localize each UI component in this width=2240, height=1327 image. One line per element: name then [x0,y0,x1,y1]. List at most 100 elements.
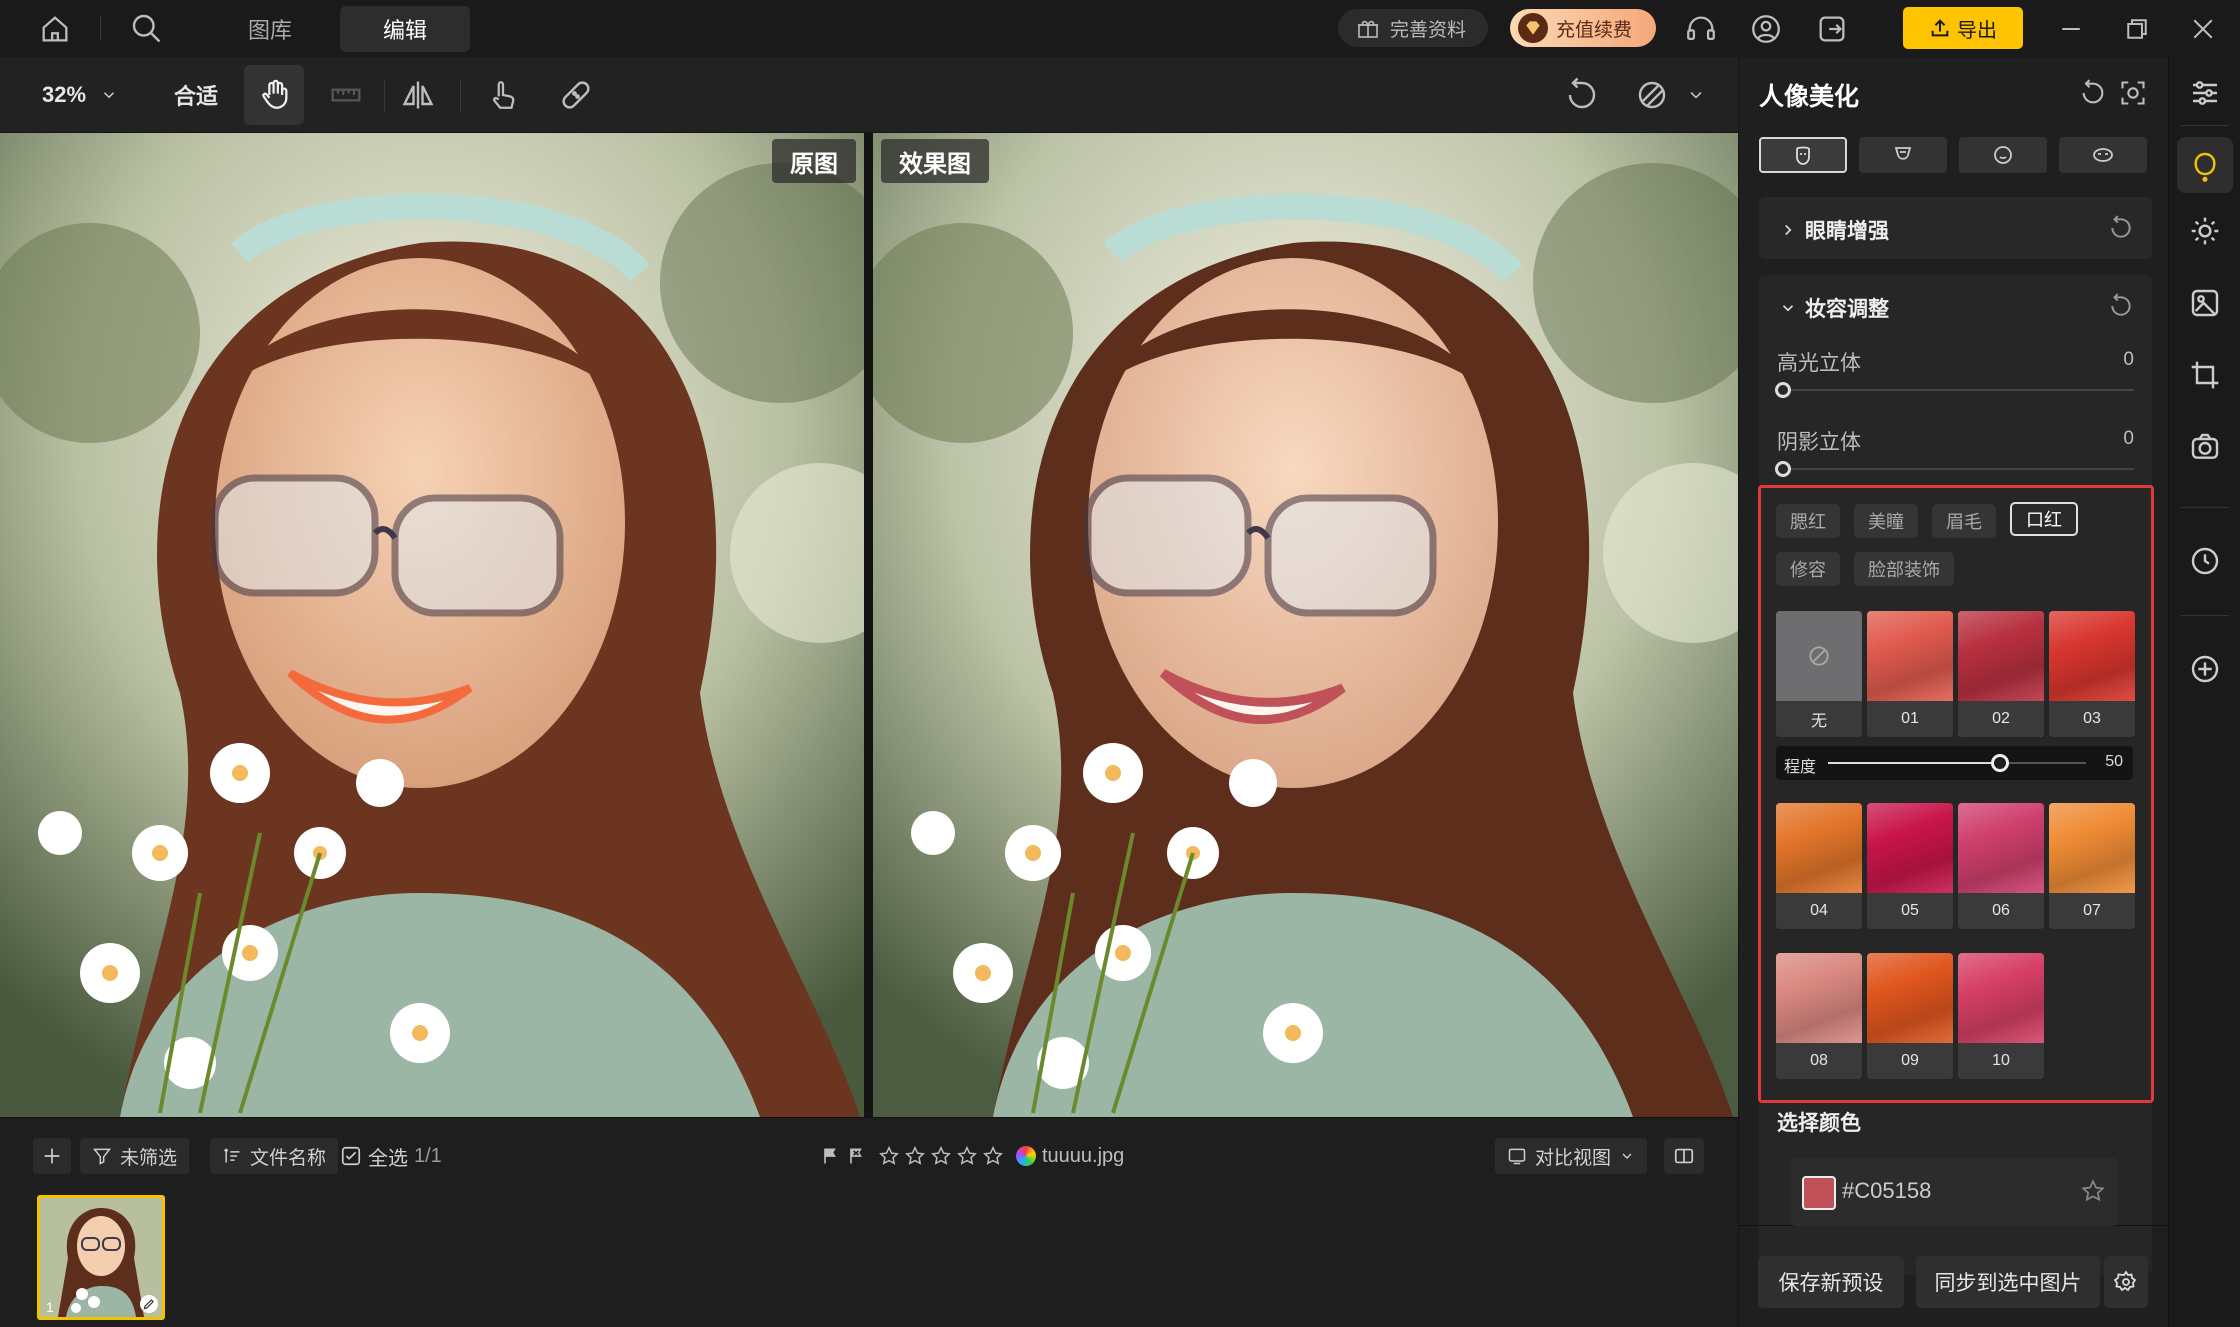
result-label: 效果图 [881,139,989,183]
headset-icon[interactable] [1684,12,1718,46]
flag-icon[interactable] [820,1146,840,1166]
flip-icon[interactable] [400,77,436,113]
makeup-tab-blush[interactable]: 腮红 [1776,504,1840,538]
star-icon[interactable] [956,1145,978,1167]
swatch-04[interactable]: 04 [1776,803,1862,929]
swatch-none[interactable]: 无 [1776,611,1862,737]
add-image-button[interactable] [33,1138,71,1174]
image-canvas[interactable]: 原图 效果图 [0,133,1738,1117]
slider-knob[interactable] [1775,382,1791,398]
tab-edit[interactable]: 编辑 [340,6,470,52]
home-icon[interactable] [38,12,72,46]
swatch-color [1958,953,2044,1043]
star-icon[interactable] [982,1145,1004,1167]
zoom-value: 32% [42,82,87,107]
fit-button[interactable]: 合适 [174,57,218,133]
slider-knob[interactable] [1990,754,2009,772]
swatch-label: 10 [1958,1043,2044,1079]
swatch-08[interactable]: 08 [1776,953,1862,1079]
tab-face[interactable] [1759,137,1847,173]
complete-profile-button[interactable]: 完善资料 [1338,9,1488,47]
compare-divider[interactable] [864,133,873,1117]
add-tool-icon[interactable] [2189,653,2221,685]
export-button[interactable]: 导出 [1903,7,2023,49]
recharge-button[interactable]: 充值续费 [1510,9,1656,47]
makeup-adjust-header[interactable]: 妆容调整 [1779,293,1889,323]
filter-button[interactable]: 未筛选 [80,1138,190,1174]
preset-settings-button[interactable] [2104,1256,2148,1308]
search-icon[interactable] [128,10,164,46]
star-icon[interactable] [878,1145,900,1167]
tab-makeup[interactable] [2059,137,2147,173]
star-icon[interactable] [2080,1178,2106,1204]
history-icon[interactable] [2189,545,2221,577]
bandage-icon[interactable] [558,77,594,113]
chevron-right-icon [1785,224,1792,236]
restore-icon[interactable] [2122,14,2152,44]
swatch-10[interactable]: 10 [1958,953,2044,1079]
highlight-slider[interactable]: 高光立体 0 [1775,347,2134,403]
view-mode-select[interactable]: 对比视图 [1495,1138,1648,1174]
swatch-07[interactable]: 07 [2049,803,2135,929]
adjust-sliders-icon[interactable] [2189,77,2221,109]
reset-icon[interactable] [2079,79,2107,107]
eye-enhance-section[interactable]: 眼睛增强 [1759,197,2152,259]
compare-mask-icon[interactable] [1634,77,1670,113]
touch-icon[interactable] [486,77,520,113]
makeup-tab-contacts[interactable]: 美瞳 [1854,504,1918,538]
logout-icon[interactable] [1815,12,1849,46]
swatch-03[interactable]: 03 [2049,611,2135,737]
makeup-tab-eyebrow[interactable]: 眉毛 [1932,504,1996,538]
eye-enhance-header[interactable]: 眼睛增强 [1779,215,1889,245]
color-label-icon[interactable] [1016,1146,1036,1166]
title-bar: 图库 编辑 完善资料 充值续费 导出 [0,0,2240,57]
swatch-05[interactable]: 05 [1867,803,1953,929]
portrait-beauty-icon[interactable] [2189,149,2221,183]
tab-library[interactable]: 图库 [220,6,320,52]
light-icon[interactable] [2189,215,2221,247]
tab-body[interactable] [1859,137,1947,173]
save-preset-button[interactable]: 保存新预设 [1758,1256,1904,1308]
reset-icon[interactable] [2108,293,2134,319]
star-rating[interactable] [878,1145,1004,1167]
zoom-select[interactable]: 32% [42,57,118,133]
makeup-tab-face-decor[interactable]: 脸部装饰 [1854,552,1954,586]
slider-track[interactable] [1777,389,2134,391]
face-detect-icon[interactable] [2119,79,2147,107]
close-icon[interactable] [2188,14,2218,44]
user-icon[interactable] [1749,12,1783,46]
color-picker[interactable]: #C05158 [1790,1158,2118,1226]
swatch-09[interactable]: 09 [1867,953,1953,1079]
filmstrip-thumbnail[interactable]: 1 [37,1195,165,1320]
reset-icon[interactable] [2108,215,2134,241]
tab-expression[interactable] [1959,137,2047,173]
reject-flag-icon[interactable] [846,1146,866,1166]
strength-slider[interactable]: 程度 50 [1776,746,2133,780]
makeup-tab-lipstick[interactable]: 口红 [2010,502,2078,536]
swatch-01[interactable]: 01 [1867,611,1953,737]
makeup-tab-contour[interactable]: 修容 [1776,552,1840,586]
shadow-slider[interactable]: 阴影立体 0 [1775,426,2134,482]
swatch-06[interactable]: 06 [1958,803,2044,929]
camera-icon[interactable] [2189,431,2221,463]
sort-button[interactable]: 文件名称 [210,1138,339,1174]
sync-selected-button[interactable]: 同步到选中图片 [1916,1256,2100,1308]
star-icon[interactable] [930,1145,952,1167]
upload-icon [1929,17,1951,39]
color-hex[interactable]: #C05158 [1842,1178,1931,1204]
split-view-button[interactable] [1664,1138,1704,1174]
slider-track[interactable] [1777,468,2134,470]
select-all-checkbox[interactable]: 全选 1/1 [340,1138,442,1174]
gift-icon [1356,16,1380,40]
crop-icon[interactable] [2189,359,2221,391]
hand-icon[interactable] [258,77,292,113]
minimize-icon[interactable] [2056,14,2086,44]
swatch-02[interactable]: 02 [1958,611,2044,737]
reset-icon[interactable] [1564,77,1600,113]
swatch-label: 08 [1776,1043,1862,1079]
chevron-down-icon[interactable] [1686,85,1706,105]
image-adjust-icon[interactable] [2189,287,2221,319]
slider-knob[interactable] [1775,461,1791,477]
color-swatch[interactable] [1802,1176,1836,1210]
star-icon[interactable] [904,1145,926,1167]
